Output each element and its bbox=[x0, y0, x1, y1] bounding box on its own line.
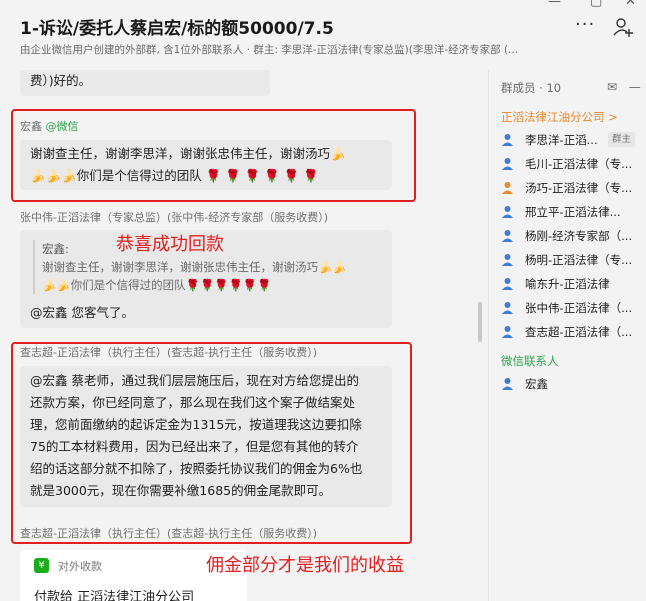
minimize-icon[interactable]: — bbox=[548, 0, 561, 9]
member-item[interactable]: 喻东升-正滔法律 bbox=[501, 272, 646, 296]
more-options-icon[interactable]: ··· bbox=[575, 14, 595, 35]
quote-text: 谢谢查主任，谢谢李思洋，谢谢张忠伟主任，谢谢汤巧 bbox=[42, 260, 318, 274]
member-item[interactable]: 杨明-正滔法律（专... bbox=[501, 248, 646, 272]
message-text: @宏鑫 您客气了。 bbox=[30, 305, 134, 320]
owner-badge: 群主 bbox=[608, 132, 636, 147]
member-item[interactable]: 毛川-正滔法律（专... bbox=[501, 152, 646, 176]
payment-desc: 付款给 正滔法律江油分公司 bbox=[34, 590, 195, 601]
member-item[interactable]: 宏鑫 bbox=[501, 372, 646, 396]
close-icon[interactable]: ✕ bbox=[625, 0, 636, 9]
group-wechat: 微信联系人 bbox=[501, 354, 559, 368]
annotation-label: 佣金部分才是我们的收益 bbox=[206, 555, 404, 576]
member-name: 查志超-正滔法律（... bbox=[525, 325, 633, 339]
members-panel: 群成员 · 10 ✉ — 正滔法律江油分公司 > 李思洋-正滔... 群主毛川-正… bbox=[488, 70, 646, 601]
chat-subtitle: 由企业微信用户创建的外部群, 含1位外部联系人 · 群主: 李思洋-正滔法律(专… bbox=[20, 44, 519, 56]
member-name: 喻东升-正滔法律 bbox=[525, 277, 610, 291]
quote-text: 你们是个信得过的团队 bbox=[70, 278, 186, 292]
member-name: 宏鑫 bbox=[525, 377, 548, 391]
highlight-box bbox=[11, 109, 416, 202]
chat-messages[interactable]: 费）)好的。 宏鑫 @微信 谢谢查主任，谢谢李思洋，谢谢张忠伟主任，谢谢汤巧🍌 … bbox=[0, 70, 488, 601]
member-item[interactable]: 查志超-正滔法律（... bbox=[501, 320, 646, 344]
person-icon bbox=[502, 206, 513, 218]
group-company[interactable]: 正滔法律江油分公司 > bbox=[501, 109, 618, 125]
annotation-label: 恭喜成功回款 bbox=[116, 234, 224, 255]
collapse-icon[interactable]: — bbox=[629, 80, 641, 94]
message-sender: 张中伟-正滔法律（专家总监）(张中伟-经济专家部（服务收费）) bbox=[20, 211, 329, 224]
member-item[interactable]: 杨刚-经济专家部（... bbox=[501, 224, 646, 248]
highlight-box bbox=[11, 342, 412, 544]
chat-header: 1-诉讼/委托人蔡启宏/标的额50000/7.5 由企业微信用户创建的外部群, … bbox=[0, 0, 646, 70]
message-text: 费）)好的。 bbox=[30, 73, 92, 88]
member-item[interactable]: 汤巧-正滔法律（专... bbox=[501, 176, 646, 200]
person-icon bbox=[502, 158, 513, 170]
person-icon bbox=[502, 278, 513, 290]
member-name: 毛川-正滔法律（专... bbox=[525, 157, 633, 171]
person-icon bbox=[502, 134, 513, 146]
member-item[interactable]: 邢立平-正滔法律... bbox=[501, 200, 646, 224]
member-name: 张中伟-正滔法律（... bbox=[525, 301, 633, 315]
person-icon bbox=[502, 326, 513, 338]
person-icon bbox=[502, 302, 513, 314]
scrollbar-thumb[interactable] bbox=[478, 302, 482, 342]
add-member-icon[interactable] bbox=[612, 16, 634, 38]
member-name: 邢立平-正滔法律... bbox=[525, 205, 621, 219]
person-icon bbox=[502, 182, 513, 194]
maximize-icon[interactable]: ▢ bbox=[590, 0, 602, 9]
person-icon bbox=[502, 230, 513, 242]
member-name: 杨刚-经济专家部（... bbox=[525, 229, 633, 243]
yuan-icon: ¥ bbox=[34, 558, 49, 573]
panel-actions: ✉ — bbox=[607, 80, 641, 94]
chat-title: 1-诉讼/委托人蔡启宏/标的额50000/7.5 bbox=[20, 19, 334, 39]
payment-type: 对外收款 bbox=[58, 560, 102, 573]
message-bubble-fragment[interactable]: 费）)好的。 bbox=[20, 70, 270, 96]
person-icon bbox=[502, 378, 513, 390]
members-count: 群成员 · 10 bbox=[501, 81, 562, 95]
mail-icon[interactable]: ✉ bbox=[607, 80, 617, 94]
member-name: 汤巧-正滔法律（专... bbox=[525, 181, 633, 195]
member-item[interactable]: 张中伟-正滔法律（... bbox=[501, 296, 646, 320]
member-item[interactable]: 李思洋-正滔... 群主 bbox=[501, 128, 646, 152]
person-icon bbox=[502, 254, 513, 266]
member-name: 杨明-正滔法律（专... bbox=[525, 253, 633, 267]
